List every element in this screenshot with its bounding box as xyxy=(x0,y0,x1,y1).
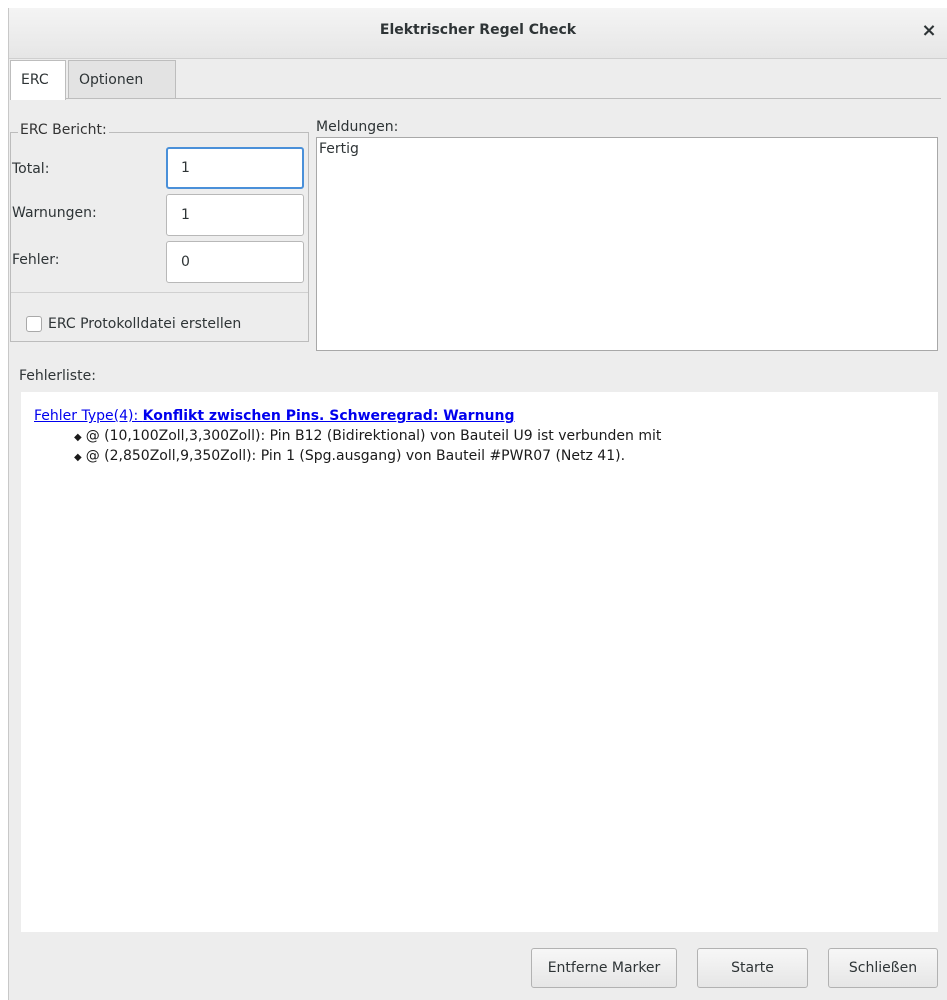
error-detail-text: @ (2,850Zoll,9,350Zoll): Pin 1 (Spg.ausg… xyxy=(85,448,626,464)
remove-markers-button[interactable]: Entferne Marker xyxy=(531,948,677,988)
close-button[interactable]: Schließen xyxy=(828,948,938,988)
start-button[interactable]: Starte xyxy=(697,948,808,988)
bullet-icon: ◆ xyxy=(74,452,82,463)
dialog-title: Elektrischer Regel Check xyxy=(379,22,577,38)
error-summary: Konflikt zwischen Pins. Schweregrad: War… xyxy=(142,408,515,424)
close-icon[interactable]: × xyxy=(917,19,941,43)
bullet-icon: ◆ xyxy=(74,432,82,443)
error-type-text: Fehler Type(4): xyxy=(34,408,143,424)
logfile-checkbox[interactable] xyxy=(26,316,42,332)
messages-textarea[interactable]: Fertig xyxy=(316,137,938,351)
error-list-label: Fehlerliste: xyxy=(19,368,96,384)
messages-label: Meldungen: xyxy=(316,119,399,135)
warnings-label: Warnungen: xyxy=(12,205,97,221)
error-detail-item: ◆ @ (10,100Zoll,3,300Zoll): Pin B12 (Bidi… xyxy=(74,428,925,444)
error-detail-text: @ (10,100Zoll,3,300Zoll): Pin B12 (Bidir… xyxy=(85,428,662,444)
total-label: Total: xyxy=(12,161,50,177)
title-bar: Elektrischer Regel Check × xyxy=(9,8,947,59)
error-list[interactable]: Fehler Type(4): Konflikt zwischen Pins. … xyxy=(21,392,938,932)
logfile-checkbox-row[interactable]: ERC Protokolldatei erstellen xyxy=(26,316,241,332)
tab-erc[interactable]: ERC xyxy=(10,60,66,100)
error-entry-link[interactable]: Fehler Type(4): Konflikt zwischen Pins. … xyxy=(34,408,925,424)
warnings-field[interactable]: 1 xyxy=(166,194,304,236)
tab-options[interactable]: Optionen xyxy=(68,60,176,98)
erc-report-legend: ERC Bericht: xyxy=(18,122,109,138)
error-detail-item: ◆ @ (2,850Zoll,9,350Zoll): Pin 1 (Spg.aus… xyxy=(74,448,925,464)
errors-label: Fehler: xyxy=(12,252,60,268)
total-field[interactable]: 1 xyxy=(166,147,304,189)
group-separator xyxy=(11,292,308,293)
errors-field[interactable]: 0 xyxy=(166,241,304,283)
logfile-checkbox-label: ERC Protokolldatei erstellen xyxy=(48,316,242,332)
